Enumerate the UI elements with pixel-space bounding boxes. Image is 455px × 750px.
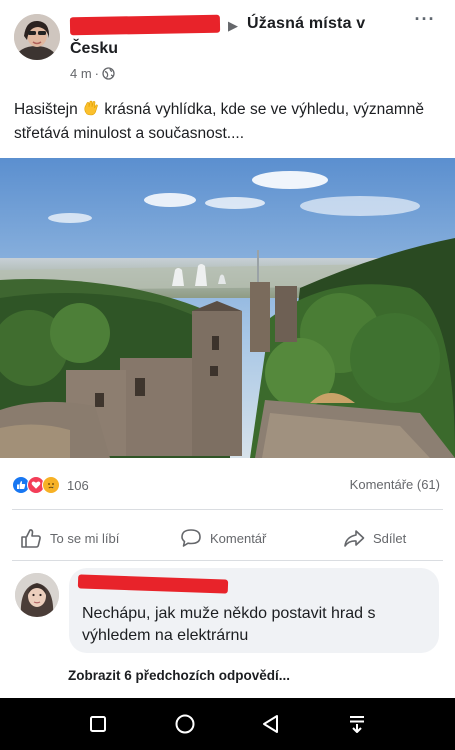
globe-icon xyxy=(102,67,115,80)
commenter-avatar[interactable] xyxy=(15,573,59,617)
comment-button-label: Komentář xyxy=(210,530,267,546)
post-time[interactable]: 4 m xyxy=(70,66,92,81)
share-arrow-icon xyxy=(344,530,365,547)
home-icon[interactable] xyxy=(172,711,198,737)
meta-separator: · xyxy=(94,66,100,81)
share-button[interactable]: Sdílet xyxy=(343,520,406,556)
author-avatar[interactable] xyxy=(14,14,60,60)
waving-hand-icon xyxy=(82,99,100,117)
like-button-label: To se mi líbí xyxy=(50,530,120,546)
caret-right-icon: ▶ xyxy=(228,18,238,33)
reactions-summary[interactable]: 106 xyxy=(12,474,89,496)
view-previous-replies-link[interactable]: Zobrazit 6 předchozích odpovědí... xyxy=(68,668,290,683)
group-name[interactable]: Úžasná místa v xyxy=(247,15,365,33)
divider xyxy=(12,509,443,510)
post-actions: To se mi líbí Komentář Sdílet xyxy=(0,520,455,556)
post-text: Hasištejn krásná vyhlídka, kde se ve výh… xyxy=(14,98,444,146)
notification-pull-down-icon[interactable] xyxy=(344,711,370,737)
like-button[interactable]: To se mi líbí xyxy=(20,520,119,556)
divider xyxy=(12,560,443,561)
group-name-continued[interactable]: Česku xyxy=(70,40,118,58)
recent-apps-icon[interactable] xyxy=(85,711,111,737)
reaction-count[interactable]: 106 xyxy=(67,478,89,493)
back-icon[interactable] xyxy=(258,711,284,737)
sad-icon xyxy=(42,476,60,494)
redaction-mark xyxy=(69,14,221,36)
share-button-label: Sdílet xyxy=(373,530,407,546)
post-text-start: Hasištejn xyxy=(14,101,78,118)
system-navigation-bar xyxy=(0,698,455,750)
post-photo[interactable] xyxy=(0,158,455,458)
post-meta: 4 m · xyxy=(70,66,115,81)
comment-icon xyxy=(181,529,201,547)
comment-text: Nechápu, jak muže někdo postavit hrad s … xyxy=(82,605,376,644)
post-header: V ▶ Úžasná místa v Česku 4 m · ··· xyxy=(0,0,455,95)
more-options-icon[interactable]: ··· xyxy=(410,10,440,32)
comment-button[interactable]: Komentář xyxy=(180,520,266,556)
thumbs-up-icon xyxy=(21,529,41,548)
comments-count[interactable]: Komentáře (61) xyxy=(350,477,440,492)
